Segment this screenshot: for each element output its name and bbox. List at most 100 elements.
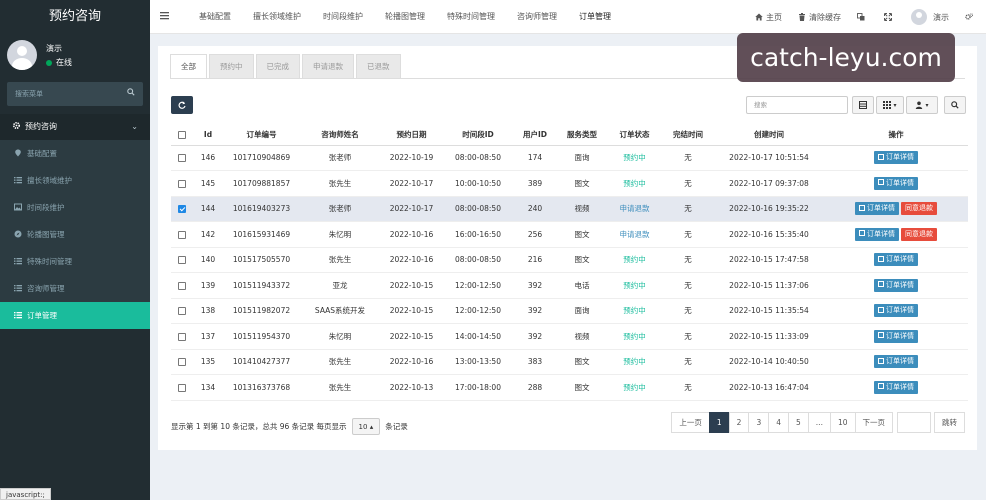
order-detail-button[interactable]: 订单详情 — [874, 355, 918, 369]
settings-button[interactable] — [965, 13, 976, 21]
user-menu[interactable]: 演示 — [911, 9, 949, 25]
order-detail-button[interactable]: 订单详情 — [874, 380, 918, 394]
page-button[interactable]: 1 — [708, 412, 730, 433]
col-service[interactable]: 服务类型 — [557, 124, 607, 146]
approve-refund-button[interactable]: 同意退款 — [901, 202, 937, 216]
row-checkbox[interactable] — [178, 205, 186, 214]
chevron-down-icon: ⌄ — [131, 122, 138, 131]
row-checkbox[interactable] — [178, 281, 186, 290]
sidebar-group-appointment[interactable]: 预约咨询 ⌄ — [0, 114, 150, 140]
cell-slot: 10:00-10:50 — [443, 170, 513, 197]
order-detail-button[interactable]: 订单详情 — [874, 176, 918, 190]
order-detail-button[interactable]: 订单详情 — [855, 227, 899, 241]
row-checkbox[interactable] — [178, 307, 186, 316]
table-search-input[interactable]: 搜索 — [746, 96, 848, 114]
translate-button[interactable] — [857, 13, 868, 21]
table-row[interactable]: 146 101710904869 张老师 2022-10-19 08:00-08:50 1… — [171, 145, 968, 171]
table-row[interactable]: 135 101410427377 张先生 2022-10-16 13:00-13:50 3… — [171, 349, 968, 375]
table-row[interactable]: 139 101511943372 亚龙 2022-10-15 12:00-12:50 39… — [171, 272, 968, 299]
cell-service: 电话 — [557, 272, 607, 299]
nav-tab-basic-config[interactable]: 基础配置 — [188, 0, 242, 34]
toggle-view-button[interactable] — [852, 96, 874, 114]
clear-cache-button[interactable]: 清除缓存 — [798, 12, 841, 23]
col-user-id[interactable]: 用户ID — [513, 124, 557, 146]
row-checkbox[interactable] — [178, 154, 186, 163]
table-row[interactable]: 140 101517505570 张先生 2022-10-16 08:00-08:50 2… — [171, 247, 968, 273]
tab-all[interactable]: 全部 — [170, 54, 207, 78]
sidebar-item-counselor[interactable]: 咨询师管理 — [0, 275, 150, 302]
row-checkbox[interactable] — [178, 256, 186, 265]
tab-completed[interactable]: 已完成 — [255, 54, 300, 78]
col-created[interactable]: 创建时间 — [714, 124, 824, 146]
table-row[interactable]: 145 101709881857 张先生 2022-10-17 10:00-10:50 3… — [171, 170, 968, 197]
nav-tab-timeslot[interactable]: 时间段维护 — [312, 0, 374, 34]
col-status[interactable]: 订单状态 — [607, 124, 662, 146]
page-button[interactable]: 4 — [768, 412, 790, 433]
row-checkbox[interactable] — [178, 179, 186, 188]
cell-service: 图文 — [557, 349, 607, 375]
col-finish[interactable]: 完结时间 — [662, 124, 714, 146]
nav-tab-special-time[interactable]: 特殊时间管理 — [436, 0, 506, 34]
nav-tab-counselor[interactable]: 咨询师管理 — [506, 0, 568, 34]
row-checkbox[interactable] — [178, 230, 186, 239]
row-checkbox[interactable] — [178, 358, 186, 367]
cell-user-id: 383 — [513, 349, 557, 375]
tab-refunded[interactable]: 已退款 — [356, 54, 401, 78]
jump-button[interactable]: 跳转 — [934, 412, 965, 433]
page-button[interactable]: 3 — [748, 412, 770, 433]
sidebar-item-carousel[interactable]: 轮播图管理 — [0, 221, 150, 248]
row-checkbox[interactable] — [178, 332, 186, 341]
sidebar-item-orders[interactable]: 订单管理 — [0, 302, 150, 329]
hamburger-menu-icon[interactable] — [160, 11, 169, 20]
sidebar-item-special-time[interactable]: 特殊时间管理 — [0, 248, 150, 275]
approve-refund-button[interactable]: 同意退款 — [901, 227, 937, 241]
col-actions: 操作 — [824, 124, 968, 146]
nav-tab-orders[interactable]: 订单管理 — [568, 0, 622, 34]
page-size-dropdown[interactable]: 10 ▴ — [351, 418, 381, 435]
col-counselor[interactable]: 咨询师姓名 — [300, 124, 380, 146]
row-checkbox[interactable] — [178, 383, 186, 392]
row-select-cell — [171, 298, 193, 324]
col-slot[interactable]: 时间段ID — [443, 124, 513, 146]
sidebar-item-label: 基础配置 — [27, 149, 57, 158]
page-button[interactable]: 10 — [829, 412, 856, 433]
page-button[interactable]: 5 — [788, 412, 809, 433]
table-row[interactable]: 137 101511954370 朱忆明 2022-10-15 14:00-14:50 3… — [171, 323, 968, 350]
sidebar-item-basic-config[interactable]: 基础配置 — [0, 140, 150, 167]
select-all-checkbox[interactable] — [178, 130, 186, 139]
export-dropdown[interactable]: ▾ — [906, 96, 938, 114]
order-detail-button[interactable]: 订单详情 — [874, 278, 918, 292]
sidebar-item-expertise[interactable]: 擅长领域维护 — [0, 167, 150, 194]
col-order-no[interactable]: 订单编号 — [223, 124, 300, 146]
prev-page-button[interactable]: 上一页 — [671, 412, 710, 433]
table-row[interactable]: 142 101615931469 朱忆明 2022-10-16 16:00-16:50 2… — [171, 221, 968, 248]
nav-tab-carousel[interactable]: 轮播图管理 — [374, 0, 436, 34]
cell-slot: 12:00-12:50 — [443, 272, 513, 299]
jump-page-input[interactable] — [897, 412, 931, 433]
page-button[interactable]: 2 — [728, 412, 750, 433]
home-link[interactable]: 主页 — [755, 12, 782, 23]
nav-tab-expertise[interactable]: 擅长领域维护 — [242, 0, 312, 34]
tab-booking[interactable]: 预约中 — [209, 54, 254, 78]
order-detail-button[interactable]: 订单详情 — [874, 151, 918, 165]
order-detail-button[interactable]: 订单详情 — [874, 304, 918, 318]
columns-dropdown[interactable]: ▾ — [876, 96, 904, 114]
sidebar-item-timeslot[interactable]: 时间段维护 — [0, 194, 150, 221]
refresh-button[interactable] — [171, 96, 193, 114]
cell-counselor: 张先生 — [300, 170, 380, 197]
col-id[interactable]: Id — [193, 124, 223, 146]
table-row[interactable]: 138 101511982072 SAAS系统开发 2022-10-15 12:00-1… — [171, 298, 968, 324]
search-icon[interactable] — [127, 88, 135, 96]
cell-counselor: 张先生 — [300, 247, 380, 273]
next-page-button[interactable]: 下一页 — [854, 412, 893, 433]
table-row[interactable]: 144 101619403273 张老师 2022-10-17 08:00-08:50 2… — [171, 196, 968, 222]
col-date[interactable]: 预约日期 — [380, 124, 443, 146]
order-detail-button[interactable]: 订单详情 — [855, 202, 899, 216]
order-detail-button[interactable]: 订单详情 — [874, 329, 918, 343]
order-detail-button[interactable]: 订单详情 — [874, 253, 918, 267]
tab-refund-request[interactable]: 申请退款 — [302, 54, 354, 78]
fullscreen-button[interactable] — [884, 13, 895, 21]
table-row[interactable]: 134 101316373768 张先生 2022-10-13 17:00-18:00 2… — [171, 374, 968, 401]
sidebar-search-input[interactable]: 搜索菜单 — [7, 82, 143, 106]
advanced-search-button[interactable] — [944, 96, 966, 114]
